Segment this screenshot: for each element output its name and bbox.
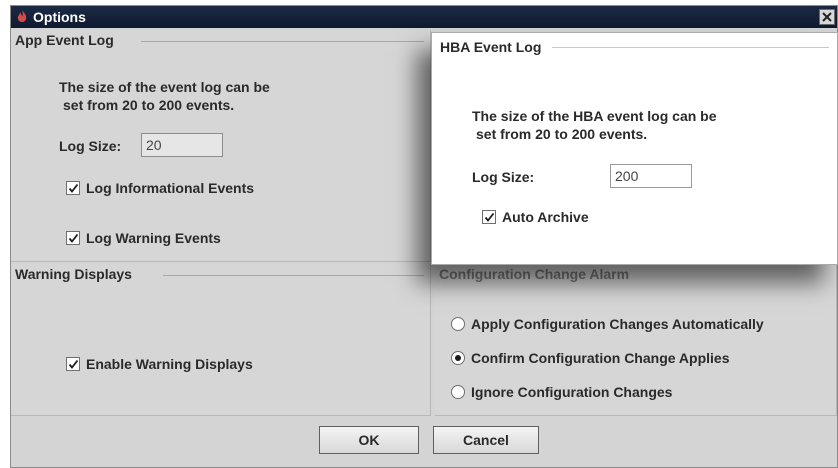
- app-log-size-field[interactable]: 20: [141, 133, 223, 157]
- panel-rule: [163, 275, 424, 276]
- config-option-label: Apply Configuration Changes Automaticall…: [471, 316, 764, 332]
- auto-archive-checkbox-row[interactable]: Auto Archive: [482, 209, 589, 225]
- hba-event-log-desc-line1: The size of the HBA event log can be: [472, 108, 717, 124]
- apply-automatically-radio[interactable]: [451, 317, 465, 331]
- hba-log-size-field[interactable]: 200: [610, 164, 692, 188]
- check-mark-icon: [68, 359, 79, 369]
- window-title: Options: [33, 9, 86, 25]
- auto-archive-label: Auto Archive: [502, 209, 589, 225]
- hba-log-size-label: Log Size:: [472, 169, 535, 185]
- config-option-row[interactable]: Apply Configuration Changes Automaticall…: [451, 316, 764, 332]
- enable-warning-displays-row[interactable]: Enable Warning Displays: [66, 356, 253, 372]
- ok-button[interactable]: OK: [319, 426, 419, 454]
- panel-rule: [141, 41, 424, 42]
- app-log-size-label: Log Size:: [59, 138, 122, 154]
- log-warning-label: Log Warning Events: [86, 230, 221, 246]
- check-mark-icon: [484, 212, 495, 222]
- ignore-changes-radio[interactable]: [451, 385, 465, 399]
- config-option-label: Ignore Configuration Changes: [471, 384, 673, 400]
- close-icon: [822, 12, 832, 22]
- log-warning-checkbox[interactable]: [66, 231, 80, 245]
- hba-event-log-legend: HBA Event Log: [440, 39, 542, 55]
- hba-event-log-desc-line2: set from 20 to 200 events.: [476, 126, 648, 142]
- cancel-button[interactable]: Cancel: [433, 426, 539, 454]
- log-informational-checkbox-row[interactable]: Log Informational Events: [66, 180, 254, 196]
- title-bar[interactable]: Options: [11, 6, 837, 28]
- app-event-log-description: The size of the event log can be set fro…: [59, 78, 270, 114]
- panel-rule: [552, 47, 829, 48]
- app-event-log-legend: App Event Log: [15, 32, 118, 48]
- log-warning-checkbox-row[interactable]: Log Warning Events: [66, 230, 221, 246]
- radio-selected-dot: [455, 355, 461, 361]
- warning-displays-legend: Warning Displays: [15, 266, 136, 282]
- config-option-row[interactable]: Ignore Configuration Changes: [451, 384, 672, 400]
- close-button[interactable]: [819, 9, 835, 25]
- log-informational-checkbox[interactable]: [66, 181, 80, 195]
- app-event-log-panel: App Event Log The size of the event log …: [11, 30, 431, 262]
- app-event-log-desc-line2: set from 20 to 200 events.: [63, 97, 235, 113]
- warning-displays-panel: Warning Displays Enable Warning Displays: [11, 264, 431, 416]
- enable-warning-displays-checkbox[interactable]: [66, 357, 80, 371]
- app-flame-icon: [17, 10, 27, 22]
- check-mark-icon: [68, 233, 79, 243]
- log-informational-label: Log Informational Events: [86, 180, 255, 196]
- hba-event-log-panel: HBA Event Log The size of the HBA event …: [431, 32, 838, 265]
- config-change-alarm-legend: Configuration Change Alarm: [439, 266, 630, 282]
- config-option-label: Confirm Configuration Change Applies: [471, 350, 730, 366]
- enable-warning-displays-label: Enable Warning Displays: [86, 356, 253, 372]
- hba-event-log-description: The size of the HBA event log can be set…: [472, 107, 717, 143]
- config-change-alarm-panel: Configuration Change Alarm Apply Configu…: [435, 264, 837, 416]
- config-option-row[interactable]: Confirm Configuration Change Applies: [451, 350, 729, 366]
- app-event-log-desc-line1: The size of the event log can be: [59, 79, 270, 95]
- confirm-applies-radio[interactable]: [451, 351, 465, 365]
- check-mark-icon: [68, 183, 79, 193]
- auto-archive-checkbox[interactable]: [482, 210, 496, 224]
